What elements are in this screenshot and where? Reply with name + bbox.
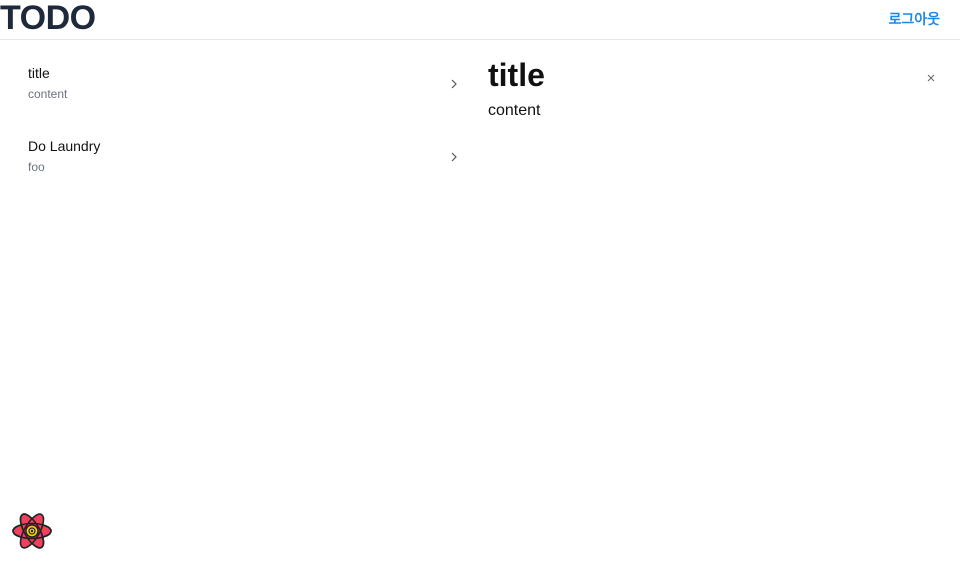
react-devtools-icon[interactable] [11,511,53,551]
app-title: TODO [0,0,96,37]
todo-item-content: foo [28,160,45,174]
chevron-right-icon [451,79,457,89]
detail-title: title [488,57,545,93]
close-icon[interactable] [926,73,936,83]
todo-list: title content Do Laundry foo [0,40,480,186]
detail-content: content [488,102,541,119]
logout-button[interactable]: 로그아웃 [888,12,940,29]
app-header: TODO 로그아웃 [0,0,960,40]
todo-item-title: Do Laundry [28,138,101,154]
todo-item-title: title [28,65,50,81]
todo-list-item[interactable]: title content [0,40,480,113]
todo-list-item[interactable]: Do Laundry foo [0,113,480,186]
todo-item-content: content [28,87,68,101]
chevron-right-icon [451,152,457,162]
